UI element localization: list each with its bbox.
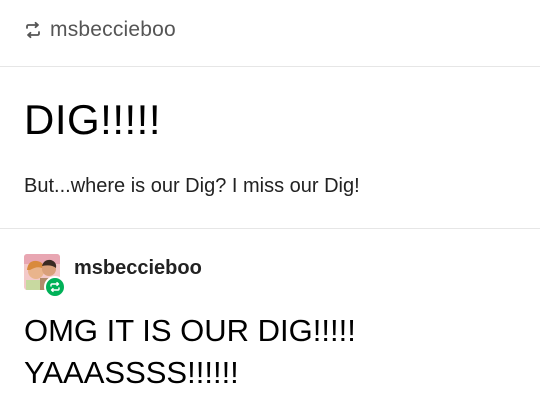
divider [0,66,540,67]
reblog-badge-icon [44,276,66,298]
reblog-line: OMG IT IS OUR DIG!!!!! [24,313,356,348]
reblog-text: OMG IT IS OUR DIG!!!!! YAAASSSS!!!!!! [24,310,356,394]
reblog-user: msbeccieboo [24,254,202,298]
reblog-icon [24,21,42,39]
reblog-header: msbeccieboo [24,16,176,44]
reblog-line: YAAASSSS!!!!!! [24,355,239,390]
post-body: But...where is our Dig? I miss our Dig! [24,175,360,197]
divider [0,228,540,229]
reblog-username[interactable]: msbeccieboo [74,257,202,280]
post-title: DIG!!!!! [24,96,162,143]
avatar[interactable] [24,254,66,298]
reblog-header-username[interactable]: msbeccieboo [50,18,176,42]
